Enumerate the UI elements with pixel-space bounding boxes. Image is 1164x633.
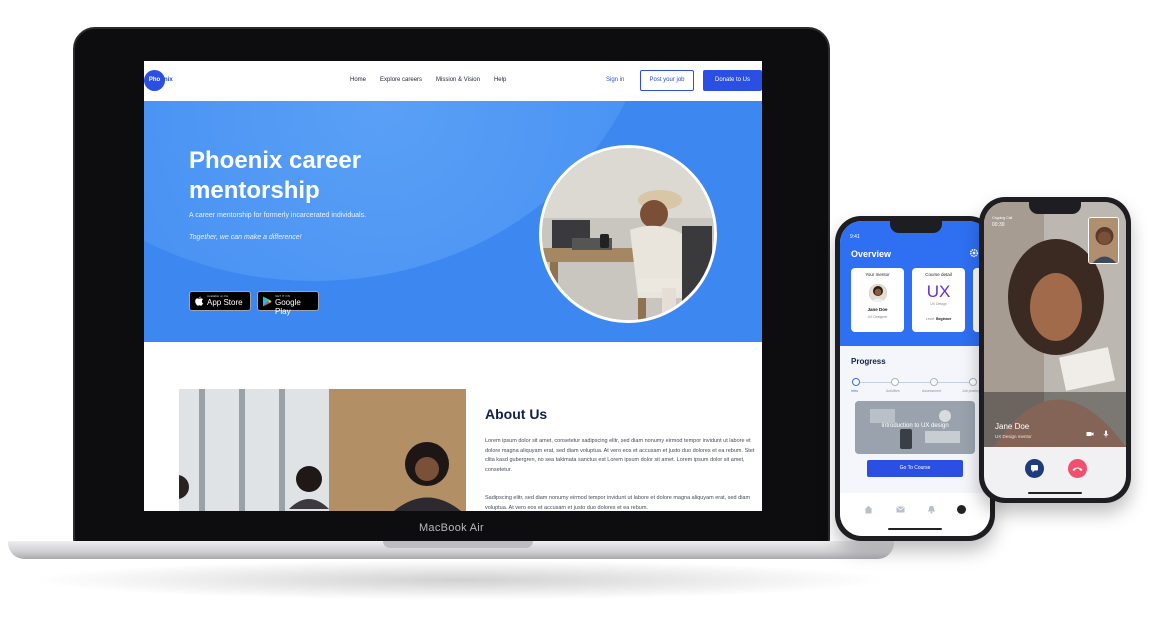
mentor-card[interactable]: Your mentor Jane Doe UX Designer <box>851 268 904 332</box>
caller-role: UX Design mentor <box>995 434 1032 439</box>
go-to-course-button[interactable]: Go To Course <box>867 460 963 477</box>
sign-in-link[interactable]: Sign in <box>606 77 624 83</box>
home-icon[interactable] <box>864 505 873 514</box>
course-subtitle: UX Design <box>930 302 947 306</box>
level-value: Beginner <box>936 317 952 321</box>
laptop-screen: Pho nix Home Explore careers Mission & V… <box>144 61 762 511</box>
mentor-role: UX Designer <box>867 315 888 319</box>
site-logo[interactable]: Pho <box>144 70 165 91</box>
hero-tagline: Together, we can make a difference! <box>189 234 302 241</box>
mentor-app-screen: 9:41 Overview Your mentor Jane Doe UX De… <box>840 221 990 536</box>
hero-subtitle: A career mentorship for formerly incarce… <box>189 212 367 219</box>
call-status-label: Ongoing Call <box>992 216 1013 220</box>
course-image-card[interactable]: Introduction to UX design <box>855 401 975 454</box>
about-photo <box>179 389 466 511</box>
google-play-label: Google Play <box>275 298 301 316</box>
course-level: Level: Beginner <box>912 317 965 321</box>
laptop-brand-label: MacBook Air <box>418 522 485 534</box>
phone-mentor-app: 9:41 Overview Your mentor Jane Doe UX De… <box>835 216 995 541</box>
donate-button[interactable]: Donate to Us <box>703 70 762 91</box>
app-store-button[interactable]: Available on the App Store <box>189 291 251 311</box>
laptop-base <box>8 541 894 559</box>
avatar <box>869 284 887 302</box>
site-logo-tail: nix <box>164 77 173 83</box>
video-camera-icon[interactable] <box>1086 430 1094 438</box>
app-store-label: App Store <box>207 298 243 307</box>
course-card-heading: Course detail <box>925 272 952 277</box>
hero-title: Phoenix career mentorship <box>189 147 362 204</box>
google-play-icon <box>263 296 272 307</box>
video-call-screen: Ongoing Call 00:39 Jane Doe UX Design me… <box>984 202 1126 498</box>
level-label: Level: <box>925 317 936 321</box>
phone-notch <box>890 221 942 233</box>
progress-step-dot[interactable] <box>852 378 860 386</box>
progress-step-label: Intro <box>851 389 859 393</box>
mentor-name: Jane Doe <box>867 307 888 312</box>
progress-step-label: Job posting <box>962 389 980 393</box>
chat-button[interactable] <box>1025 459 1044 478</box>
progress-step-dot[interactable] <box>891 378 899 386</box>
home-indicator <box>1028 492 1082 494</box>
mail-icon[interactable] <box>896 505 905 514</box>
bell-icon[interactable] <box>927 505 936 514</box>
about-paragraph-1: Lorem ipsum dolor sit amet, consetetur s… <box>485 438 755 473</box>
home-indicator <box>888 528 942 530</box>
gear-icon[interactable] <box>969 248 979 258</box>
profile-avatar-icon[interactable] <box>957 505 966 514</box>
phone-hangup-icon <box>1072 467 1083 471</box>
course-card[interactable]: Course detail UX UX Design Level: Beginn… <box>912 268 965 332</box>
phone-notch <box>1029 202 1081 214</box>
phone-video-call: Ongoing Call 00:39 Jane Doe UX Design me… <box>979 197 1131 503</box>
about-title: About Us <box>485 406 548 422</box>
self-view-video[interactable] <box>1088 217 1119 264</box>
call-timer: 00:39 <box>992 222 1005 228</box>
chat-icon <box>1031 465 1038 473</box>
overview-title: Overview <box>851 249 892 259</box>
end-call-button[interactable] <box>1068 459 1087 478</box>
progress-step-label: Activities <box>886 389 900 393</box>
site-navbar: Pho nix Home Explore careers Mission & V… <box>144 61 762 101</box>
progress-title: Progress <box>851 357 886 366</box>
nav-links: Home Explore careers Mission & Vision He… <box>350 77 506 83</box>
post-job-button[interactable]: Post your job <box>640 70 694 91</box>
call-controls <box>984 447 1126 498</box>
laptop-shadow <box>30 560 890 600</box>
microphone-icon[interactable] <box>1102 430 1110 438</box>
nav-link-help[interactable]: Help <box>494 77 506 83</box>
apple-icon <box>195 296 204 306</box>
nav-link-mission-vision[interactable]: Mission & Vision <box>436 77 480 83</box>
laptop: Pho nix Home Explore careers Mission & V… <box>73 27 830 547</box>
google-play-button[interactable]: GET IT ON Google Play <box>257 291 319 316</box>
hero-section: Phoenix career mentorship A career mento… <box>144 101 762 342</box>
nav-link-home[interactable]: Home <box>350 77 366 83</box>
status-time: 9:41 <box>850 234 860 240</box>
progress-step-dot[interactable] <box>969 378 977 386</box>
progress-step-label: Assessment <box>922 389 942 393</box>
progress-step-dot[interactable] <box>930 378 938 386</box>
mentor-card-heading: Your mentor <box>865 272 890 277</box>
about-paragraph-2: Sadipscing elitr, sed diam nonumy eirmod… <box>485 495 751 511</box>
progress-track <box>856 382 976 383</box>
caller-name: Jane Doe <box>995 422 1030 431</box>
course-code: UX <box>926 282 951 301</box>
nav-link-explore-careers[interactable]: Explore careers <box>380 77 422 83</box>
course-image-label: Introduction to UX design <box>881 423 949 429</box>
laptop-base-notch <box>383 541 533 548</box>
hero-photo <box>539 145 717 323</box>
